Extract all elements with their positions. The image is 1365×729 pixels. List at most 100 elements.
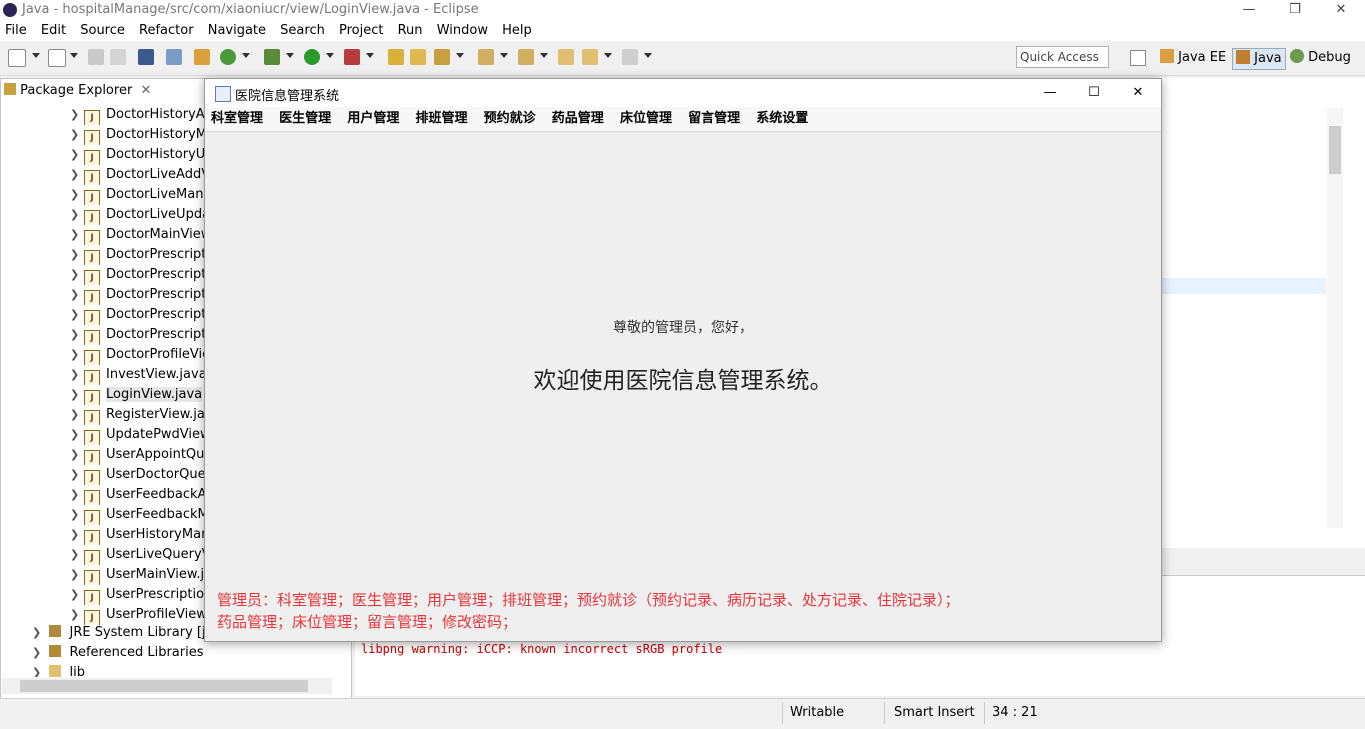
new-icon[interactable] [8,49,26,67]
open-type-icon[interactable] [388,49,404,65]
tree-item[interactable]: ❯ J LoginView.java [70,385,205,405]
menu-doctor[interactable]: 医生管理 [273,107,337,131]
next-annotation-dropdown-icon[interactable] [500,53,508,58]
open-project-icon[interactable] [48,49,66,67]
external-tools-dropdown-icon[interactable] [366,53,374,58]
expand-icon[interactable]: ❯ [70,265,84,285]
library-row-jre[interactable]: ❯ JRE System Library [jre1 [32,625,227,640]
skip-breakpoints-icon[interactable] [166,49,182,65]
refresh-dropdown-icon[interactable] [242,53,250,58]
tree-item[interactable]: ❯J DoctorPrescriptic [70,285,205,305]
tree-horizontal-scrollbar[interactable] [2,678,332,694]
tree-item[interactable]: ❯J RegisterView.java [70,405,205,425]
tree-item[interactable]: ❯ J InvestView.java [70,365,205,385]
menu-project[interactable]: Project [334,20,388,41]
expand-icon[interactable]: ❯ [70,525,84,545]
expand-icon[interactable]: ❯ [70,505,84,525]
scrollbar-thumb[interactable] [1329,126,1341,174]
prev-annotation-dropdown-icon[interactable] [540,53,548,58]
tree-item[interactable]: ❯J DoctorLiveManag [70,185,205,205]
dialog-close-button[interactable]: ✕ [1115,79,1161,107]
expand-icon[interactable]: ❯ [70,565,84,585]
perspective-debug[interactable]: Debug [1290,48,1351,68]
quick-access-input[interactable]: Quick Access [1016,46,1109,68]
expand-icon[interactable]: ❯ [70,405,84,425]
package-explorer-tab[interactable]: Package Explorer ✕ [4,80,151,102]
menu-edit[interactable]: Edit [36,20,71,41]
expand-icon[interactable]: ❯ [70,465,84,485]
dialog-maximize-button[interactable]: ☐ [1071,79,1117,107]
tree-item[interactable]: ❯J UserMainView.jav [70,565,205,585]
debug-dropdown-icon[interactable] [286,53,294,58]
expand-icon[interactable]: ❯ [70,345,84,365]
prev-annotation-icon[interactable] [518,49,534,65]
menu-settings[interactable]: 系统设置 [750,107,814,131]
scrollbar-thumb[interactable] [20,680,308,692]
perspective-java[interactable]: Java [1232,48,1286,70]
menu-message[interactable]: 留言管理 [682,107,746,131]
external-tools-icon[interactable] [344,49,360,65]
expand-icon[interactable]: ❯ [70,485,84,505]
tree-item[interactable]: ❯J UpdatePwdView.j [70,425,205,445]
terminal-icon[interactable] [138,49,154,65]
expand-icon[interactable]: ❯ [70,285,84,305]
tree-item[interactable]: ❯J UserProfileView.ja [70,605,205,625]
menu-appointment[interactable]: 预约就诊 [478,107,542,131]
menu-department[interactable]: 科室管理 [205,107,269,131]
expand-icon[interactable]: ❯ [70,325,84,345]
expand-icon[interactable]: ❯ [70,205,84,225]
next-annotation-icon[interactable] [478,49,494,65]
tree-item[interactable]: ❯J UserAppointQuer [70,445,205,465]
run-dropdown-icon[interactable] [326,53,334,58]
tree-item[interactable]: ❯J DoctorPrescriptic [70,245,205,265]
save-icon[interactable] [88,49,104,65]
expand-icon[interactable]: ❯ [70,605,84,625]
forward-icon[interactable] [622,49,638,65]
back-icon[interactable] [582,49,598,65]
expand-icon[interactable]: ❯ [70,585,84,605]
library-row-referenced[interactable]: ❯ Referenced Libraries [32,645,204,660]
menu-schedule[interactable]: 排班管理 [409,107,473,131]
menu-search[interactable]: Search [275,20,330,41]
tree-item[interactable]: ❯J DoctorPrescriptic [70,305,205,325]
search-icon[interactable] [434,49,450,65]
open-resource-icon[interactable] [410,49,426,65]
menu-bed[interactable]: 床位管理 [614,107,678,131]
expand-icon[interactable]: ❯ [70,305,84,325]
expand-icon[interactable]: ❯ [70,545,84,565]
back-dropdown-icon[interactable] [604,53,612,58]
new-dropdown-icon[interactable] [32,53,40,58]
restore-button[interactable]: ❐ [1272,0,1318,20]
tree-item[interactable]: ❯ J UserFeedbackAd [70,485,205,505]
save-all-icon[interactable] [110,49,126,65]
tree-item[interactable]: ❯ J DoctorMainView. [70,225,205,245]
open-perspective-icon[interactable] [1130,50,1146,66]
expand-icon[interactable]: ❯ [32,626,41,639]
run-icon[interactable] [304,49,320,65]
debug-icon[interactable] [264,49,280,65]
tree-item[interactable]: ❯J DoctorPrescriptic [70,325,205,345]
tree-item[interactable]: ❯J UserFeedbackMa [70,505,205,525]
menu-file[interactable]: File [0,20,32,41]
expand-icon[interactable]: ❯ [32,646,41,659]
expand-icon[interactable]: ❯ [70,445,84,465]
perspective-java-ee[interactable]: Java EE [1160,48,1226,68]
expand-icon[interactable]: ❯ [70,165,84,185]
forward-dropdown-icon[interactable] [644,53,652,58]
tree-item[interactable]: ❯J UserDoctorQuery [70,465,205,485]
expand-icon[interactable]: ❯ [70,105,84,125]
tree-item[interactable]: ❯ J DoctorHistoryMa [70,125,205,145]
tree-item[interactable]: ❯J DoctorProfileView [70,345,205,365]
expand-icon[interactable]: ❯ [70,245,84,265]
tree-item[interactable]: ❯J UserLiveQueryVie [70,545,205,565]
refresh-icon[interactable] [220,49,236,65]
expand-icon[interactable]: ❯ [70,145,84,165]
minimize-button[interactable]: — [1226,0,1272,20]
editor-vertical-scrollbar[interactable] [1327,108,1343,528]
tree-item[interactable]: ❯J UserPrescriptionC [70,585,205,605]
tree-item[interactable]: ❯J DoctorHistoryAdd [70,105,205,125]
menu-source[interactable]: Source [75,20,130,41]
open-dropdown-icon[interactable] [70,53,78,58]
tree-item[interactable]: ❯J DoctorPrescriptic [70,265,205,285]
tree-item[interactable]: ❯J UserHistoryMana [70,525,205,545]
